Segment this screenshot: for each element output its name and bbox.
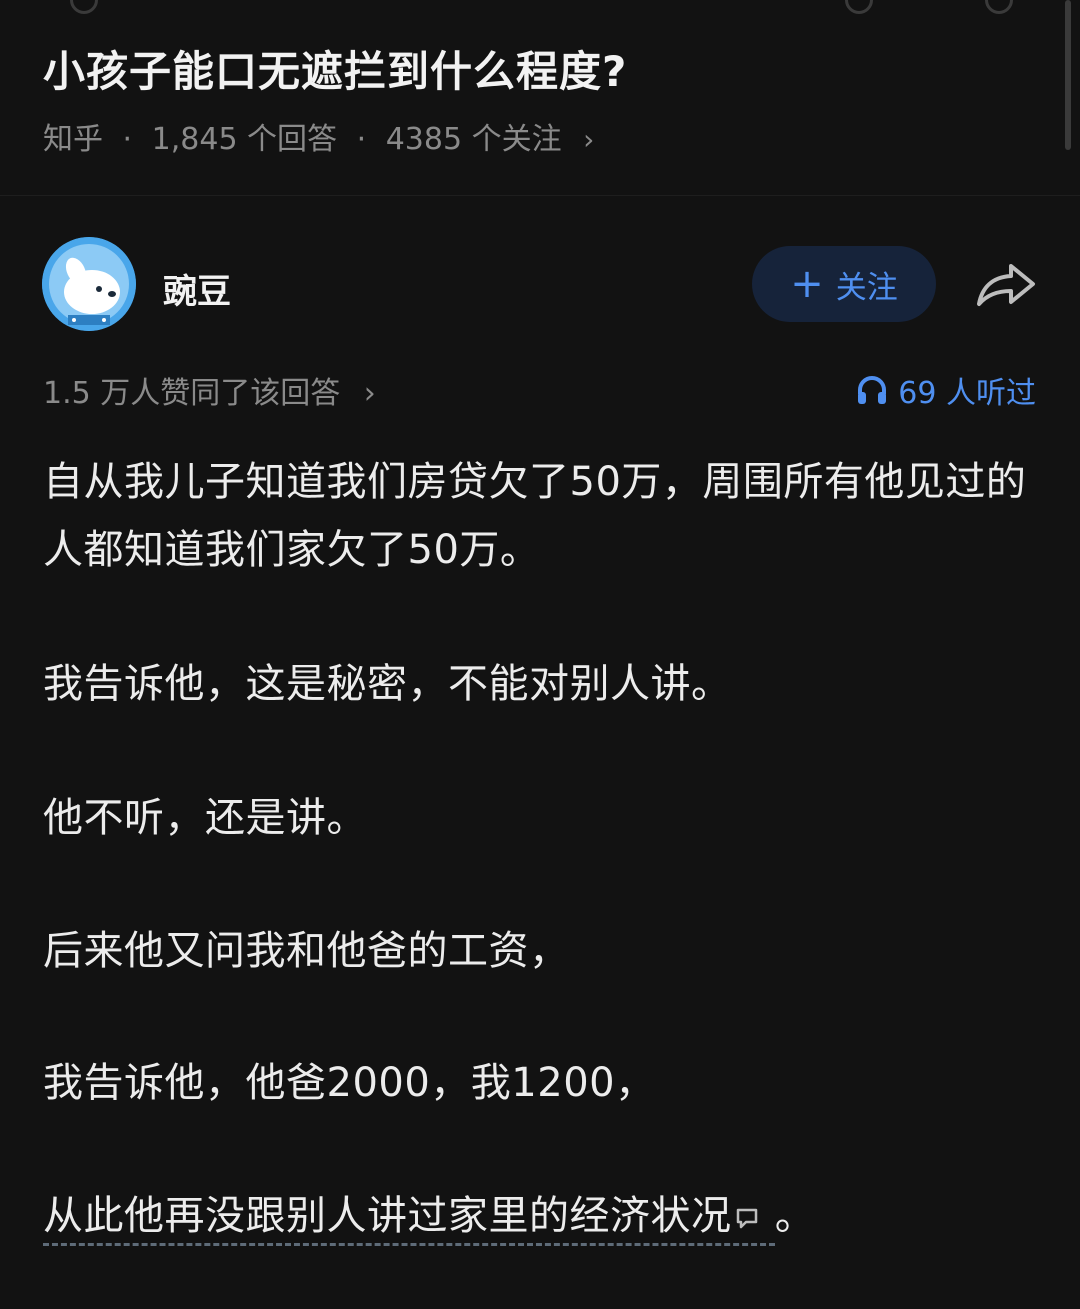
listen-button[interactable]: 69 人听过 bbox=[856, 368, 1036, 412]
answer-paragraph: 他不听，还是讲。 bbox=[43, 795, 367, 841]
answer-paragraph-last: 从此他再没跟别人讲过家里的经济状况 。 bbox=[43, 1182, 1043, 1252]
top-partial-icon bbox=[70, 0, 98, 14]
avatar[interactable] bbox=[42, 237, 136, 331]
stats-row: 1.5 万人赞同了该回答 › 69 人听过 bbox=[0, 366, 1080, 416]
end-punctuation: 。 bbox=[774, 1193, 816, 1239]
likes-link[interactable]: 1.5 万人赞同了该回答 › bbox=[43, 368, 376, 412]
listen-count: 69 人听过 bbox=[898, 376, 1036, 411]
chevron-right-icon: › bbox=[363, 376, 376, 411]
author-name[interactable]: 豌豆 bbox=[163, 264, 231, 313]
comment-icon[interactable] bbox=[734, 1184, 760, 1252]
question-header[interactable]: 小孩子能口无遮拦到什么程度? 知乎 · 1,845 个回答 · 4385 个关注… bbox=[0, 0, 1080, 196]
follow-button[interactable]: + 关注 bbox=[752, 246, 936, 322]
author-row: 豌豆 + 关注 bbox=[0, 232, 1080, 332]
follower-count: 4385 个关注 bbox=[385, 122, 562, 157]
answer-paragraph: 我告诉他，他爸2000，我1200， bbox=[43, 1060, 656, 1106]
answer-count: 1,845 个回答 bbox=[151, 122, 338, 157]
headphones-icon bbox=[858, 376, 887, 404]
question-meta[interactable]: 知乎 · 1,845 个回答 · 4385 个关注 › bbox=[43, 114, 594, 158]
annotated-text[interactable]: 从此他再没跟别人讲过家里的经济状况 bbox=[43, 1193, 775, 1246]
source-label: 知乎 bbox=[43, 122, 103, 157]
plus-icon: + bbox=[790, 261, 824, 307]
follow-label: 关注 bbox=[835, 269, 898, 306]
answer-paragraph: 自从我儿子知道我们房贷欠了50万，周围所有他见过的人都知道我们家欠了50万。 bbox=[43, 459, 1027, 573]
top-partial-icon bbox=[985, 0, 1013, 14]
answer-paragraph: 我告诉他，这是秘密，不能对别人讲。 bbox=[43, 661, 732, 707]
top-partial-icon bbox=[845, 0, 873, 14]
scrollbar[interactable] bbox=[1065, 0, 1071, 150]
answer-paragraph: 后来他又问我和他爸的工资， bbox=[43, 928, 570, 974]
share-icon[interactable] bbox=[975, 260, 1037, 310]
answer-page: 小孩子能口无遮拦到什么程度? 知乎 · 1,845 个回答 · 4385 个关注… bbox=[0, 0, 1080, 1309]
question-title[interactable]: 小孩子能口无遮拦到什么程度? bbox=[43, 38, 627, 99]
likes-count: 1.5 万人赞同了该回答 bbox=[43, 376, 341, 411]
chevron-right-icon: › bbox=[583, 123, 595, 156]
